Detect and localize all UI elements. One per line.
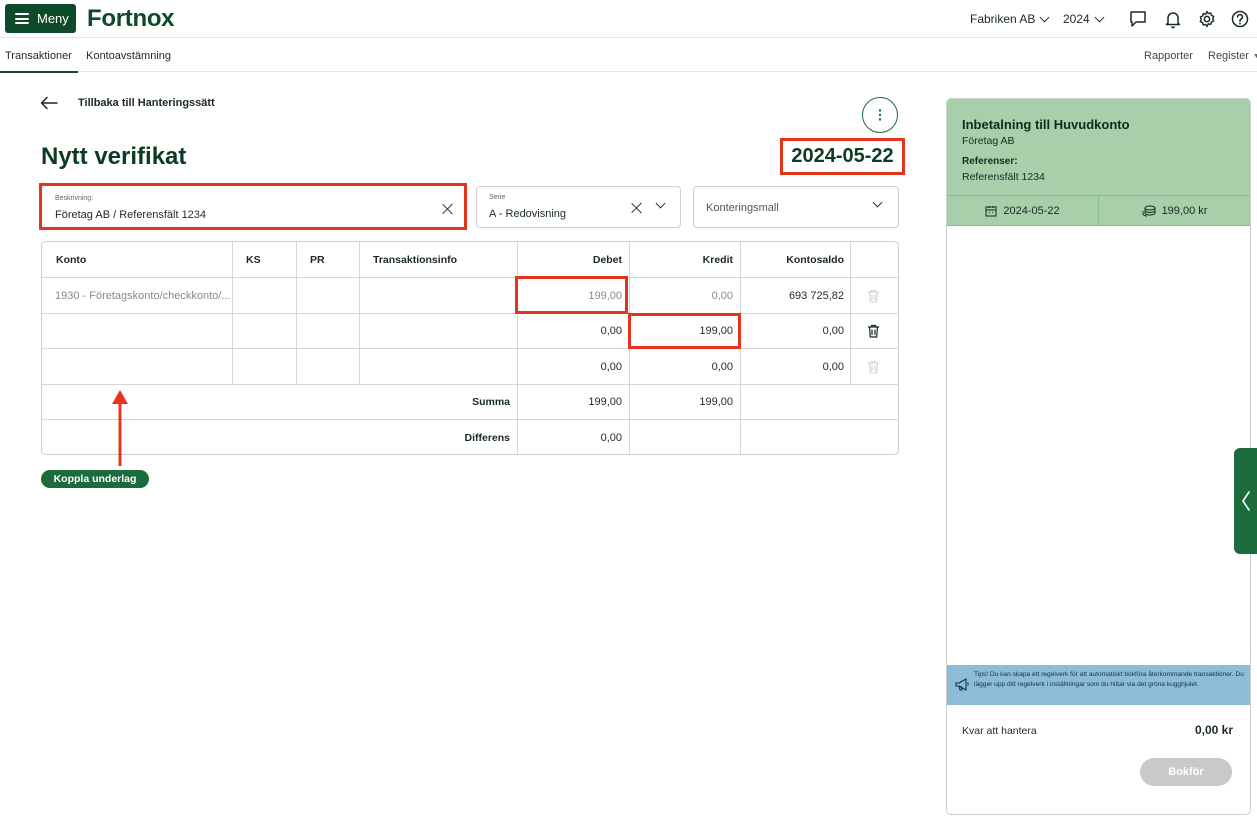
highlight-debet xyxy=(515,276,628,314)
panel-title: Inbetalning till Huvudkonto xyxy=(962,117,1130,132)
summa-label: Summa xyxy=(472,396,510,408)
gear-icon[interactable] xyxy=(1197,9,1217,29)
chevron-left-icon xyxy=(1241,491,1250,511)
tips-text: Tips! Du kan skapa ett regelverk för att… xyxy=(974,671,1244,688)
nav-rapporter[interactable]: Rapporter xyxy=(1144,50,1193,62)
verification-date[interactable]: 2024-05-22 xyxy=(780,138,905,175)
description-value: Företag AB / Referensfält 1234 xyxy=(55,209,207,221)
arrow-left-icon xyxy=(40,96,58,110)
table-row[interactable]: 0,00 0,00 0,00 xyxy=(42,349,898,385)
table-row[interactable]: 0,00 199,00 0,00 xyxy=(42,314,898,349)
chevron-down-icon xyxy=(655,198,666,209)
more-vertical-icon xyxy=(878,109,882,121)
calendar-icon xyxy=(985,205,997,216)
tips-banner: Tips! Du kan skapa ett regelverk för att… xyxy=(947,665,1250,705)
panel-company: Företag AB xyxy=(962,135,1015,147)
nav-register-label: Register xyxy=(1208,50,1249,62)
serie-value: A - Redovisning xyxy=(489,208,567,220)
tab-kontoavstamning[interactable]: Kontoavstämning xyxy=(86,50,171,62)
summa-row: Summa 199,00 199,00 xyxy=(42,385,898,420)
coins-icon xyxy=(1142,205,1156,216)
table-row[interactable]: 1930 - Företagskonto/checkkonto/... 199,… xyxy=(42,278,898,314)
panel-toggle-tab[interactable] xyxy=(1234,448,1257,554)
differens-row: Differens 0,00 xyxy=(42,420,898,454)
menu-label: Meny xyxy=(37,11,69,26)
konto-cell[interactable]: 1930 - Företagskonto/checkkonto/... xyxy=(55,278,231,313)
differens-label: Differens xyxy=(464,431,510,444)
konteringsmall-select[interactable]: Konteringsmall xyxy=(693,186,899,228)
serie-select[interactable]: Serie A - Redovisning xyxy=(476,186,681,228)
fortnox-logo[interactable]: Fortnox xyxy=(87,5,175,33)
chevron-down-icon xyxy=(1039,12,1050,22)
kvar-value: 0,00 kr xyxy=(1194,723,1233,737)
bokfor-button[interactable]: Bokför xyxy=(1140,758,1232,786)
kredit-cell[interactable]: 0,00 xyxy=(630,349,733,384)
debet-cell[interactable]: 0,00 xyxy=(518,314,622,348)
chevron-down-icon xyxy=(872,197,883,208)
sub-navigation: Transaktioner Kontoavstämning Rapporter … xyxy=(0,39,1257,73)
highlight-kredit xyxy=(628,313,741,349)
kredit-cell[interactable]: 0,00 xyxy=(630,278,733,313)
summa-kredit: 199,00 xyxy=(699,396,733,408)
summa-debet: 199,00 xyxy=(588,396,622,408)
year-value: 2024 xyxy=(1063,12,1090,26)
description-field[interactable]: Beskrivning: Företag AB / Referensfält 1… xyxy=(39,183,467,230)
menu-button[interactable]: Meny xyxy=(5,4,76,33)
clear-icon[interactable] xyxy=(631,202,643,214)
company-selector[interactable]: Fabriken AB xyxy=(970,12,1050,26)
col-konto: Konto xyxy=(56,253,87,266)
transaction-table: Konto KS PR Transaktionsinfo Debet Kredi… xyxy=(41,241,899,455)
year-selector[interactable]: 2024 xyxy=(1063,12,1105,26)
trash-icon[interactable] xyxy=(867,314,880,348)
col-kredit: Kredit xyxy=(702,253,733,266)
bell-icon[interactable] xyxy=(1163,9,1183,29)
differens-debet: 0,00 xyxy=(600,431,622,444)
chat-icon[interactable] xyxy=(1128,9,1148,29)
saldo-cell: 0,00 xyxy=(822,360,844,373)
hamburger-icon xyxy=(15,13,29,24)
trash-icon[interactable] xyxy=(867,278,880,313)
saldo-cell: 0,00 xyxy=(822,325,844,337)
trash-icon[interactable] xyxy=(867,349,880,384)
panel-date: 2024-05-22 xyxy=(947,196,1098,225)
chevron-down-icon xyxy=(1094,12,1105,22)
back-link[interactable]: Tillbaka till Hanteringssätt xyxy=(40,96,215,110)
table-header: Konto KS PR Transaktionsinfo Debet Kredi… xyxy=(42,242,898,278)
saldo-cell: 693 725,82 xyxy=(788,289,844,302)
help-icon[interactable] xyxy=(1230,9,1250,29)
col-transaktionsinfo: Transaktionsinfo xyxy=(373,253,458,266)
nav-register[interactable]: Register ▼ xyxy=(1208,50,1257,62)
panel-amount-value: 199,00 kr xyxy=(1161,204,1208,217)
references-value: Referensfält 1234 xyxy=(962,171,1045,183)
top-bar: Meny Fortnox Fabriken AB 2024 xyxy=(0,0,1257,38)
panel-date-value: 2024-05-22 xyxy=(1003,204,1060,217)
more-options-button[interactable] xyxy=(862,97,898,133)
megaphone-icon xyxy=(955,678,969,691)
col-ks: KS xyxy=(246,253,261,266)
debet-cell[interactable]: 0,00 xyxy=(518,349,622,384)
page-title: Nytt verifikat xyxy=(41,143,187,170)
koppla-underlag-button[interactable]: Koppla underlag xyxy=(41,470,149,488)
kvar-label: Kvar att hantera xyxy=(962,725,1037,737)
col-kontosaldo: Kontosaldo xyxy=(786,253,844,266)
col-pr: PR xyxy=(310,253,325,266)
panel-summary-bar: 2024-05-22 199,00 kr xyxy=(947,195,1250,226)
caret-down-icon: ▼ xyxy=(1252,52,1257,60)
konteringsmall-placeholder: Konteringsmall xyxy=(706,202,779,214)
panel-amount: 199,00 kr xyxy=(1098,196,1250,225)
panel-header: Inbetalning till Huvudkonto Företag AB R… xyxy=(947,99,1250,195)
col-debet: Debet xyxy=(592,253,622,266)
transaction-panel: Inbetalning till Huvudkonto Företag AB R… xyxy=(946,98,1251,815)
company-name: Fabriken AB xyxy=(970,12,1036,26)
serie-label: Serie xyxy=(489,194,506,201)
tab-transaktioner[interactable]: Transaktioner xyxy=(0,50,78,73)
arrow-up-annotation-icon xyxy=(112,390,128,466)
back-label: Tillbaka till Hanteringssätt xyxy=(78,97,215,109)
description-label: Beskrivning: xyxy=(55,195,94,202)
clear-icon[interactable] xyxy=(442,203,454,215)
references-label: Referenser: xyxy=(962,156,1018,167)
